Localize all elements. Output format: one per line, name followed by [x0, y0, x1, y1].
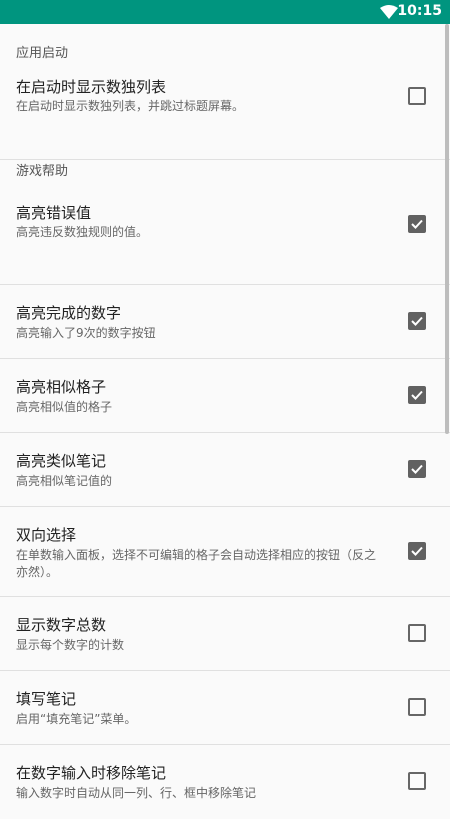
setting-summary: 在单数输入面板，选择不可编辑的格子会自动选择相应的按钮（反之亦然）。	[16, 548, 377, 579]
checkbox-remove-notes-on-input[interactable]	[408, 772, 426, 790]
settings-list[interactable]: 应用启动 在启动时显示数独列表 在启动时显示数独列表，并跳过标题屏幕。 游戏帮助…	[0, 24, 450, 819]
setting-summary: 高亮相似笔记值的	[16, 474, 113, 488]
checkbox-fill-notes[interactable]	[408, 698, 426, 716]
scrollbar[interactable]	[445, 24, 449, 434]
setting-title: 显示数字总数	[16, 616, 107, 634]
setting-highlight-errors[interactable]: 高亮错误值 高亮违反数独规则的值。	[0, 202, 450, 285]
checkbox-highlight-similar-cells[interactable]	[408, 386, 426, 404]
section-header-app-start: 应用启动	[16, 46, 69, 61]
checkbox-bidirectional-selection[interactable]	[408, 542, 426, 560]
setting-summary: 高亮相似值的格子	[16, 400, 113, 414]
setting-highlight-similar-cells[interactable]: 高亮相似格子 高亮相似值的格子	[0, 359, 450, 433]
checkmark-icon	[411, 219, 423, 229]
setting-summary: 输入数字时自动从同一列、行、框中移除笔记	[16, 786, 257, 800]
checkmark-icon	[411, 316, 423, 326]
setting-bidirectional-selection[interactable]: 双向选择 在单数输入面板，选择不可编辑的格子会自动选择相应的按钮（反之亦然）。	[0, 507, 450, 597]
section-header-game-help: 游戏帮助	[16, 164, 69, 179]
checkbox-highlight-similar-notes[interactable]	[408, 460, 426, 478]
setting-title: 高亮类似笔记	[16, 452, 107, 470]
setting-summary: 高亮违反数独规则的值。	[16, 225, 149, 239]
setting-fill-notes[interactable]: 填写笔记 启用“填充笔记”菜单。	[0, 671, 450, 745]
wifi-icon	[380, 5, 398, 19]
checkbox-highlight-errors[interactable]	[408, 215, 426, 233]
checkmark-icon	[411, 546, 423, 556]
setting-title: 填写笔记	[16, 690, 77, 708]
setting-title: 高亮错误值	[16, 204, 92, 222]
setting-summary: 在启动时显示数独列表，并跳过标题屏幕。	[16, 99, 245, 113]
checkbox-highlight-completed[interactable]	[408, 312, 426, 330]
checkbox-show-number-totals[interactable]	[408, 624, 426, 642]
setting-summary: 高亮输入了9次的数字按钮	[16, 326, 156, 340]
status-bar: 10:15	[0, 0, 450, 24]
setting-show-number-totals[interactable]: 显示数字总数 显示每个数字的计数	[0, 597, 450, 671]
setting-remove-notes-on-input[interactable]: 在数字输入时移除笔记 输入数字时自动从同一列、行、框中移除笔记	[0, 745, 450, 819]
setting-title: 高亮完成的数字	[16, 304, 122, 322]
setting-title: 高亮相似格子	[16, 378, 107, 396]
setting-highlight-similar-notes[interactable]: 高亮类似笔记 高亮相似笔记值的	[0, 433, 450, 507]
setting-summary: 显示每个数字的计数	[16, 638, 125, 652]
checkmark-icon	[411, 390, 423, 400]
status-time: 10:15	[397, 3, 442, 19]
checkmark-icon	[411, 464, 423, 474]
setting-title: 在启动时显示数独列表	[16, 78, 167, 96]
setting-title: 双向选择	[16, 526, 77, 544]
setting-title: 在数字输入时移除笔记	[16, 764, 167, 782]
setting-show-sudoku-list[interactable]: 在启动时显示数独列表 在启动时显示数独列表，并跳过标题屏幕。	[0, 74, 450, 160]
setting-highlight-completed[interactable]: 高亮完成的数字 高亮输入了9次的数字按钮	[0, 285, 450, 359]
setting-summary: 启用“填充笔记”菜单。	[16, 712, 137, 726]
checkbox-show-sudoku-list[interactable]	[408, 87, 426, 105]
